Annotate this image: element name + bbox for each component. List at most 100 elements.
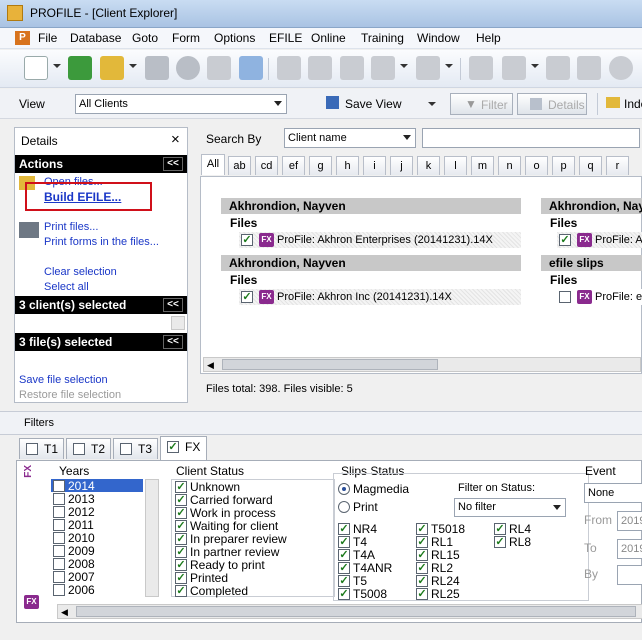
chevron-down-icon[interactable] bbox=[129, 64, 137, 68]
clients-scrollbar[interactable] bbox=[171, 316, 185, 330]
filters-horizontal-scrollbar[interactable]: ◀ bbox=[57, 604, 642, 619]
tab-o[interactable]: o bbox=[525, 156, 548, 175]
users-icon[interactable] bbox=[469, 56, 493, 80]
status-checkbox[interactable]: ✓ bbox=[175, 481, 187, 493]
new-file-icon[interactable] bbox=[24, 56, 48, 80]
collapse-clients-icon[interactable]: << bbox=[163, 298, 183, 312]
status-checkbox[interactable]: ✓ bbox=[175, 533, 187, 545]
collapse-actions-icon[interactable]: << bbox=[163, 157, 183, 171]
info-icon[interactable] bbox=[176, 56, 200, 80]
client-header[interactable]: Akhrondion, Nayv bbox=[541, 198, 642, 214]
preview-icon[interactable] bbox=[239, 56, 263, 80]
filter-button[interactable]: ▼ Filter bbox=[450, 93, 513, 115]
year-checkbox[interactable] bbox=[53, 493, 65, 505]
year-checkbox[interactable] bbox=[53, 584, 65, 596]
client-header[interactable]: efile slips bbox=[541, 255, 642, 271]
status-checkbox[interactable]: ✓ bbox=[175, 585, 187, 597]
chevron-down-icon[interactable] bbox=[445, 64, 453, 68]
chevron-down-icon[interactable] bbox=[531, 64, 539, 68]
tab-t3-checkbox[interactable] bbox=[120, 443, 132, 455]
years-list[interactable]: 2014 2013 2012 2011 2010 2009 2008 2007 … bbox=[51, 479, 161, 597]
clients-selected-header[interactable]: 3 client(s) selected << bbox=[15, 296, 187, 314]
star-icon[interactable] bbox=[207, 56, 231, 80]
slip-checkbox[interactable]: ✓ bbox=[338, 575, 350, 587]
close-icon[interactable]: × bbox=[171, 131, 180, 148]
tab-all[interactable]: All bbox=[201, 154, 225, 175]
menu-training[interactable]: Training bbox=[361, 31, 404, 45]
tab-h[interactable]: h bbox=[336, 156, 359, 175]
slip-checkbox[interactable]: ✓ bbox=[338, 588, 350, 600]
client-header[interactable]: Akhrondion, Nayven bbox=[221, 255, 521, 271]
years-scrollbar[interactable] bbox=[145, 479, 159, 597]
menu-efile[interactable]: EFILE bbox=[269, 31, 302, 45]
menu-options[interactable]: Options bbox=[214, 31, 255, 45]
client-status-list[interactable]: ✓ Unknown ✓ Carried forward ✓ Work in proce… bbox=[171, 479, 335, 598]
chevron-down-icon[interactable] bbox=[53, 64, 61, 68]
to-date-input[interactable]: 2019 bbox=[617, 539, 642, 559]
profile-logo-icon[interactable]: P bbox=[15, 31, 30, 45]
files-selected-header[interactable]: 3 file(s) selected << bbox=[15, 333, 187, 351]
edit-icon[interactable] bbox=[277, 56, 301, 80]
status-checkbox[interactable]: ✓ bbox=[175, 559, 187, 571]
tab-t3[interactable]: T3 bbox=[113, 438, 158, 459]
tab-t2[interactable]: T2 bbox=[66, 438, 111, 459]
save-view-icon[interactable] bbox=[326, 96, 339, 109]
slip-checkbox[interactable]: ✓ bbox=[416, 536, 428, 548]
search-field-select[interactable]: Client name bbox=[284, 128, 416, 148]
tab-l[interactable]: l bbox=[444, 156, 467, 175]
slip-checkbox[interactable]: ✓ bbox=[416, 588, 428, 600]
slip-checkbox[interactable]: ✓ bbox=[416, 562, 428, 574]
tab-t1-checkbox[interactable] bbox=[26, 443, 38, 455]
chevron-down-icon[interactable] bbox=[428, 102, 436, 106]
slip-checkbox[interactable]: ✓ bbox=[416, 575, 428, 587]
collapse-files-icon[interactable]: << bbox=[163, 335, 183, 349]
back-arrow-icon[interactable] bbox=[371, 56, 395, 80]
tab-fx[interactable]: ✓ FX bbox=[160, 436, 207, 460]
menu-window[interactable]: Window bbox=[417, 31, 460, 45]
tab-cd[interactable]: cd bbox=[255, 156, 278, 175]
year-checkbox[interactable] bbox=[53, 545, 65, 557]
tab-ef[interactable]: ef bbox=[282, 156, 305, 175]
clear-selection-link[interactable]: Clear selection bbox=[44, 266, 117, 278]
menu-help[interactable]: Help bbox=[476, 31, 501, 45]
print-files-link[interactable]: Print files... bbox=[44, 221, 98, 233]
print-forms-link[interactable]: Print forms in the files... bbox=[44, 236, 159, 248]
view-select[interactable]: All Clients bbox=[75, 94, 287, 114]
tab-q[interactable]: q bbox=[579, 156, 602, 175]
by-select[interactable] bbox=[617, 565, 642, 585]
scroll-left-icon[interactable]: ◀ bbox=[207, 360, 214, 371]
slip-checkbox[interactable]: ✓ bbox=[338, 523, 350, 535]
file-row[interactable]: FX ProFile: ef bbox=[557, 289, 642, 305]
year-checkbox[interactable] bbox=[53, 532, 65, 544]
menu-database[interactable]: Database bbox=[70, 31, 121, 45]
slip-checkbox[interactable]: ✓ bbox=[416, 549, 428, 561]
year-checkbox[interactable] bbox=[53, 519, 65, 531]
tab-i[interactable]: i bbox=[363, 156, 386, 175]
tab-ab[interactable]: ab bbox=[228, 156, 251, 175]
file-row[interactable]: ✓ FX ProFile: Akhron Enterprises (201412… bbox=[239, 232, 521, 248]
search-input[interactable] bbox=[422, 128, 640, 148]
index-button[interactable]: Inde bbox=[624, 97, 642, 111]
status-checkbox[interactable]: ✓ bbox=[175, 520, 187, 532]
slip-checkbox[interactable]: ✓ bbox=[338, 549, 350, 561]
slip-checkbox[interactable]: ✓ bbox=[494, 536, 506, 548]
menu-form[interactable]: Form bbox=[172, 31, 200, 45]
network-icon[interactable] bbox=[546, 56, 570, 80]
scrollbar-thumb[interactable] bbox=[222, 359, 438, 370]
menu-file[interactable]: File bbox=[38, 31, 57, 45]
menu-goto[interactable]: Goto bbox=[132, 31, 158, 45]
open-file-icon[interactable] bbox=[68, 56, 92, 80]
tab-m[interactable]: m bbox=[471, 156, 494, 175]
index-folder-icon[interactable] bbox=[606, 97, 620, 108]
menu-online[interactable]: Online bbox=[311, 31, 346, 45]
tab-t2-checkbox[interactable] bbox=[73, 443, 85, 455]
save-icon[interactable] bbox=[145, 56, 169, 80]
tab-g[interactable]: g bbox=[309, 156, 332, 175]
details-button[interactable]: Details bbox=[517, 93, 587, 115]
slip-checkbox[interactable]: ✓ bbox=[338, 562, 350, 574]
file-row[interactable]: ✓ FX ProFile: Akhron Inc (20141231).14X bbox=[239, 289, 521, 305]
file-checkbox[interactable]: ✓ bbox=[559, 234, 571, 246]
tree-icon[interactable] bbox=[577, 56, 601, 80]
file-checkbox[interactable]: ✓ bbox=[241, 291, 253, 303]
tab-fx-checkbox[interactable]: ✓ bbox=[167, 441, 179, 453]
